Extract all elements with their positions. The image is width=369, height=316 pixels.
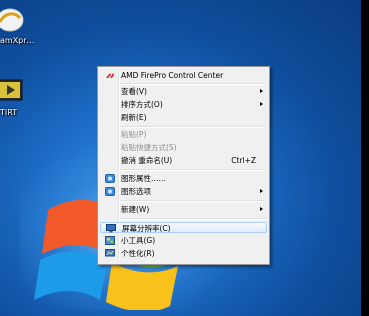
menu-separator bbox=[120, 200, 266, 202]
menu-item-paste: 粘贴(P) bbox=[100, 129, 267, 140]
menu-item-label: 查看(V) bbox=[121, 87, 147, 96]
menu-item-label: 撤消 重命名(U) bbox=[121, 156, 173, 165]
menu-item-label: 小工具(G) bbox=[121, 236, 156, 245]
graphics-icon bbox=[105, 174, 115, 183]
amd-icon bbox=[106, 73, 114, 78]
menu-item-label: 新建(W) bbox=[121, 205, 150, 214]
menu-item-new[interactable]: 新建(W) bbox=[100, 204, 267, 215]
menu-item-view[interactable]: 查看(V) bbox=[100, 86, 267, 97]
menu-separator bbox=[120, 218, 266, 220]
submenu-arrow-icon bbox=[260, 189, 263, 193]
submenu-arrow-icon bbox=[260, 207, 263, 211]
menu-item-screen-resolution[interactable]: 屏幕分辨率(C) bbox=[100, 222, 267, 233]
screen-edge bbox=[361, 0, 369, 316]
submenu-arrow-icon bbox=[260, 89, 263, 93]
desktop-icon-app[interactable]: amXpr… bbox=[0, 6, 35, 46]
menu-item-label: 屏幕分辨率(C) bbox=[122, 224, 171, 233]
menu-item-label: 粘贴快捷方式(S) bbox=[121, 143, 177, 152]
menu-item-graphics-options[interactable]: 图形选项 bbox=[100, 186, 267, 197]
menu-item-label: 粘贴(P) bbox=[121, 130, 147, 139]
menu-item-graphics-properties[interactable]: 图形属性…… bbox=[100, 173, 267, 184]
menu-item-label: 刷新(E) bbox=[121, 113, 147, 122]
menu-item-label: AMD FirePro Control Center bbox=[121, 71, 224, 80]
menu-item-sort-by[interactable]: 排序方式(O) bbox=[100, 99, 267, 110]
menu-separator bbox=[120, 83, 266, 85]
monitor-icon bbox=[106, 224, 116, 233]
video-file-icon bbox=[0, 79, 23, 101]
menu-item-gadgets[interactable]: 小工具(G) bbox=[100, 235, 267, 246]
desktop-icon-label: TIRT bbox=[0, 108, 18, 117]
menu-separator bbox=[120, 169, 266, 171]
gadgets-icon bbox=[105, 236, 115, 245]
menu-item-undo-rename[interactable]: 撤消 重命名(U) Ctrl+Z bbox=[100, 155, 267, 166]
graphics-icon bbox=[105, 187, 115, 196]
menu-item-personalize[interactable]: 个性化(R) bbox=[100, 248, 267, 259]
menu-item-shortcut: Ctrl+Z bbox=[231, 156, 256, 165]
personalize-icon bbox=[105, 249, 115, 257]
menu-item-label: 图形选项 bbox=[121, 187, 151, 196]
app-shortcut-icon bbox=[0, 8, 24, 32]
menu-item-label: 图形属性…… bbox=[121, 174, 166, 183]
desktop-icon-label: amXpr… bbox=[0, 36, 35, 45]
submenu-arrow-icon bbox=[260, 102, 263, 106]
menu-item-amd-control-center[interactable]: AMD FirePro Control Center bbox=[100, 70, 267, 81]
menu-item-label: 个性化(R) bbox=[121, 249, 155, 258]
menu-item-refresh[interactable]: 刷新(E) bbox=[100, 112, 267, 123]
menu-item-label: 排序方式(O) bbox=[121, 100, 163, 109]
desktop-context-menu: AMD FirePro Control Center 查看(V) 排序方式(O)… bbox=[97, 66, 270, 265]
menu-separator bbox=[120, 126, 266, 128]
desktop-icon-tirt[interactable]: TIRT bbox=[0, 78, 34, 118]
menu-item-paste-shortcut: 粘贴快捷方式(S) bbox=[100, 142, 267, 153]
